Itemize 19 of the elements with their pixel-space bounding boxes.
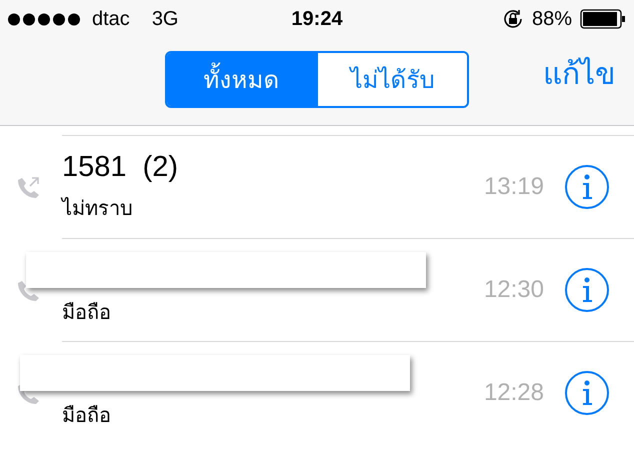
caller-name: 1581 (2) [62, 150, 180, 184]
segment-tab[interactable]: ไม่ได้รับ [316, 53, 467, 106]
info-icon[interactable] [564, 370, 610, 416]
segment-tab[interactable]: ทั้งหมด [167, 53, 316, 106]
call-time: 12:30 [484, 276, 544, 304]
network-type: 3G [152, 8, 178, 30]
call-type-label: มือถือ [62, 301, 112, 326]
info-icon[interactable] [564, 267, 610, 313]
info-icon[interactable] [564, 164, 610, 210]
call-type-label: ไม่ทราบ [62, 196, 134, 222]
edit-button[interactable]: แก้ไข [543, 50, 616, 97]
call-type-label: มือถือ [62, 404, 112, 429]
status-time: 19:24 [291, 8, 343, 30]
battery-percent: 88% [532, 8, 572, 30]
rotation-lock-icon [502, 8, 524, 30]
call-time: 12:28 [484, 379, 544, 407]
carrier-name: dtac [92, 8, 130, 30]
call-time: 13:19 [484, 173, 544, 201]
battery-icon [580, 9, 626, 29]
